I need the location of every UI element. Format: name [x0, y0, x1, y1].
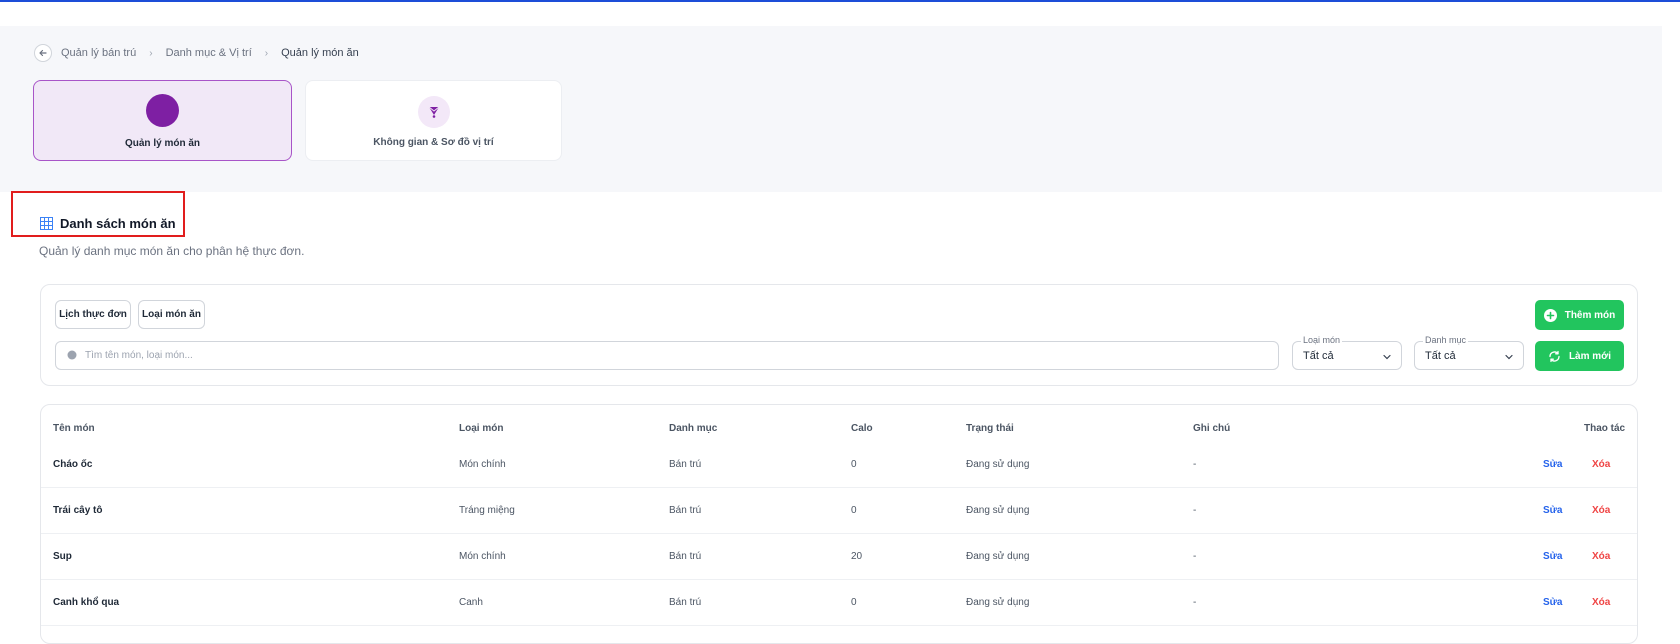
breadcrumb: Quản lý bán trú › Danh mục & Vị trí › Qu… — [34, 43, 359, 63]
cell-calo: 0 — [851, 459, 857, 470]
section-title-text: Danh sách món ăn — [60, 216, 176, 231]
refresh-label: Làm mới — [1568, 350, 1612, 362]
cell-type: Canh — [459, 597, 483, 608]
column-header-actions: Thao tác — [1584, 423, 1626, 434]
refresh-icon — [1549, 350, 1560, 362]
cell-calo: 0 — [851, 505, 857, 516]
column-header-status[interactable]: Trạng thái — [966, 423, 1014, 434]
cell-name: Cháo ốc — [53, 459, 93, 470]
table-row: Cháo ốc Món chính Bán trú 0 Đang sử dụng… — [41, 442, 1637, 488]
module-card-dishes[interactable]: Quản lý món ăn — [33, 80, 292, 161]
add-dish-button[interactable]: Thêm món — [1535, 300, 1624, 330]
back-icon[interactable] — [34, 44, 52, 62]
cell-note: - — [1193, 551, 1197, 562]
cell-type: Tráng miệng — [459, 505, 515, 516]
module-card-space-map[interactable]: Không gian & Sơ đồ vị trí — [305, 80, 562, 161]
dish-type-select[interactable]: Loại món Tất cả — [1292, 335, 1402, 370]
table-row: Canh khổ qua Canh Bán trú 0 Đang sử dụng… — [41, 580, 1637, 626]
delete-button[interactable]: Xóa — [1592, 505, 1610, 516]
top-progress-line — [0, 0, 1680, 2]
cell-status: Đang sử dụng — [966, 459, 1030, 470]
cell-status: Đang sử dụng — [966, 551, 1030, 562]
breadcrumb-item-ban-tru[interactable]: Quản lý bán trú — [61, 47, 136, 59]
cell-name: Canh khổ qua — [53, 597, 120, 608]
cell-name: Sup — [53, 551, 72, 562]
column-header-category[interactable]: Danh mục — [669, 423, 717, 434]
grid-table-icon — [40, 217, 53, 230]
cell-name: Trái cây tô — [53, 505, 103, 516]
cell-status: Đang sử dụng — [966, 597, 1030, 608]
search-icon — [67, 350, 77, 360]
cell-category: Bán trú — [669, 505, 702, 516]
column-header-calo[interactable]: Calo — [851, 423, 873, 434]
edit-button[interactable]: Sửa — [1543, 459, 1562, 470]
delete-button[interactable]: Xóa — [1592, 597, 1610, 608]
dish-type-select-value: Tất cả — [1303, 350, 1334, 362]
plus-circle-icon — [1543, 308, 1557, 322]
cell-category: Bán trú — [669, 551, 702, 562]
cell-calo: 20 — [851, 551, 863, 562]
map-pin-icon — [417, 96, 450, 128]
menu-schedule-button[interactable]: Lịch thực đơn — [55, 300, 131, 329]
column-header-type[interactable]: Loại món — [459, 423, 503, 434]
cell-status: Đang sử dụng — [966, 505, 1030, 516]
dish-module-icon — [146, 94, 179, 127]
chevron-right-icon: › — [149, 47, 153, 59]
refresh-button[interactable]: Làm mới — [1535, 341, 1624, 371]
cell-category: Bán trú — [669, 459, 702, 470]
cell-type: Món chính — [459, 551, 506, 562]
edit-button[interactable]: Sửa — [1543, 551, 1562, 562]
cell-type: Món chính — [459, 459, 506, 470]
column-header-note[interactable]: Ghi chú — [1193, 423, 1230, 434]
delete-button[interactable]: Xóa — [1592, 551, 1610, 562]
edit-button[interactable]: Sửa — [1543, 505, 1562, 516]
cell-note: - — [1193, 597, 1197, 608]
search-box[interactable] — [55, 341, 1279, 370]
cell-note: - — [1193, 459, 1197, 470]
chevron-right-icon: › — [264, 47, 269, 59]
dish-type-button[interactable]: Loại món ăn — [138, 300, 205, 329]
dish-type-select-label: Loại món — [1301, 335, 1343, 345]
column-header-name[interactable]: Tên món — [53, 423, 95, 434]
filter-panel: Lịch thực đơn Loại món ăn Thêm món Loại … — [40, 284, 1638, 386]
category-select-label: Danh mục — [1423, 335, 1469, 345]
breadcrumb-item-current: Quản lý món ăn — [281, 47, 359, 59]
module-card-label: Quản lý món ăn — [124, 138, 200, 149]
cell-calo: 0 — [851, 597, 857, 608]
module-card-label: Không gian & Sơ đồ vị trí — [373, 137, 494, 148]
chevron-down-icon — [1383, 354, 1391, 360]
breadcrumb-item-danh-muc[interactable]: Danh mục & Vị trí — [166, 47, 252, 59]
table-row: Trái cây tô Tráng miệng Bán trú 0 Đang s… — [41, 488, 1637, 534]
cell-category: Bán trú — [669, 597, 702, 608]
edit-button[interactable]: Sửa — [1543, 597, 1562, 608]
section-title: Danh sách món ăn — [40, 216, 176, 231]
category-select-value: Tất cả — [1425, 350, 1456, 362]
add-dish-label: Thêm món — [1564, 309, 1616, 321]
cell-note: - — [1193, 505, 1197, 516]
table-row: Sup Món chính Bán trú 20 Đang sử dụng - … — [41, 534, 1637, 580]
search-input[interactable] — [85, 350, 1265, 361]
delete-button[interactable]: Xóa — [1592, 459, 1610, 470]
chevron-down-icon — [1505, 354, 1513, 360]
section-subtitle: Quản lý danh mục món ăn cho phân hệ thực… — [39, 244, 305, 258]
category-select[interactable]: Danh mục Tất cả — [1414, 335, 1524, 370]
dish-table: Tên món Loại món Danh mục Calo Trạng thá… — [40, 404, 1638, 644]
